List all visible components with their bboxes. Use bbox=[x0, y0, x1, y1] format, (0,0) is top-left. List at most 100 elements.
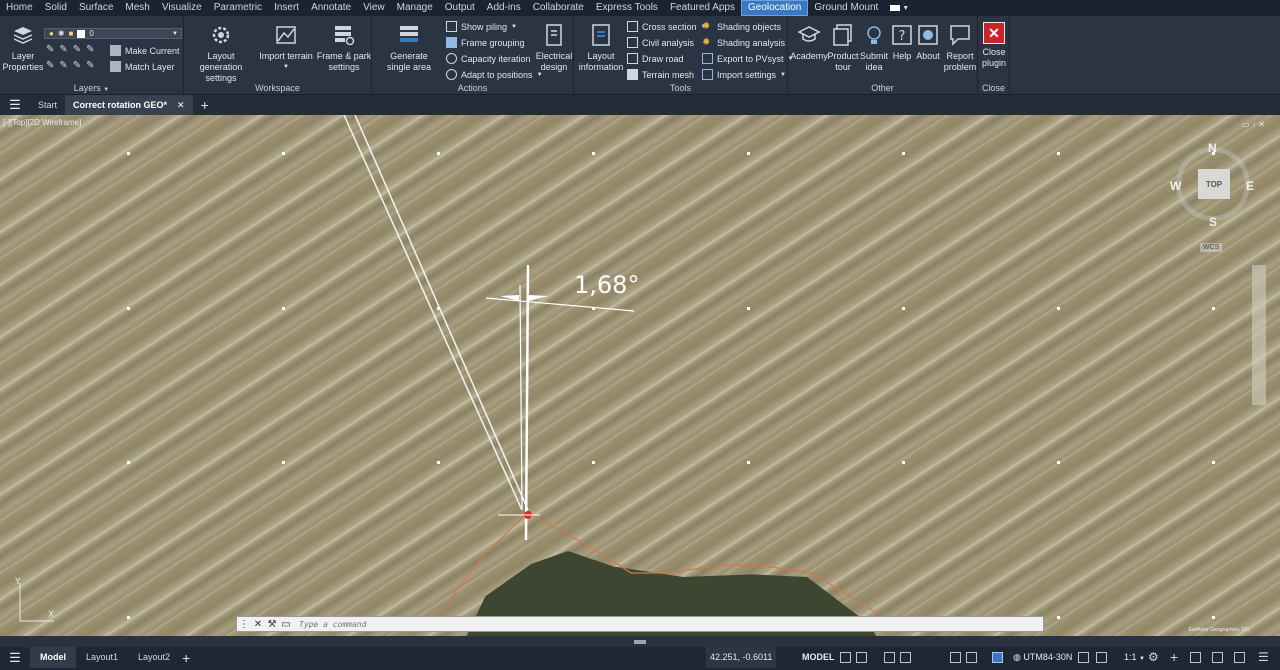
compass-east[interactable]: E bbox=[1246, 179, 1254, 193]
shading-analysis-button[interactable]: ✹ Shading analysis bbox=[702, 37, 785, 48]
viewport-scrollbar[interactable] bbox=[1252, 265, 1266, 405]
academy-button[interactable]: Academy bbox=[790, 22, 828, 62]
isolate-objects-icon[interactable] bbox=[1190, 652, 1201, 663]
product-tour-button[interactable]: Product tour bbox=[827, 22, 859, 73]
menu-tab-ground-mount[interactable]: Ground Mount bbox=[808, 0, 884, 16]
chevron-down-icon[interactable]: ▼ bbox=[902, 5, 909, 12]
polar-icon[interactable] bbox=[900, 652, 911, 663]
compass-north[interactable]: N bbox=[1208, 141, 1217, 155]
viewcube[interactable]: N S E W TOP WCS bbox=[1170, 137, 1260, 257]
menu-tab-add-ins[interactable]: Add-ins bbox=[481, 0, 527, 16]
auto-scale-icon[interactable] bbox=[1096, 652, 1107, 663]
coordinate-system-selector[interactable]: ◍ UTM84-30N bbox=[1013, 647, 1072, 668]
viewcube-top-face[interactable]: TOP bbox=[1198, 169, 1230, 199]
export-pvsyst-label: Export to PVsyst bbox=[717, 53, 784, 64]
hamburger-menu-icon[interactable]: ☰ bbox=[0, 650, 30, 666]
tab-layout2[interactable]: Layout2 bbox=[128, 647, 180, 668]
menu-tab-manage[interactable]: Manage bbox=[391, 0, 439, 16]
menu-tab-view[interactable]: View bbox=[357, 0, 391, 16]
layer-properties-button[interactable]: Layer Properties bbox=[2, 22, 44, 73]
clean-screen-icon[interactable] bbox=[1234, 652, 1245, 663]
drawing-viewport[interactable]: [-][Top][2D Wireframe] ▭▫✕ 1,68° N S E W… bbox=[0, 115, 1280, 636]
close-plugin-button[interactable]: ✕ Close plugin bbox=[980, 22, 1008, 69]
snap-icon[interactable] bbox=[856, 652, 867, 663]
vertical-reference-line bbox=[524, 264, 530, 541]
location-pin-icon[interactable] bbox=[992, 652, 1003, 663]
electrical-design-button[interactable]: Electrical design bbox=[534, 22, 574, 73]
frame-park-settings-button[interactable]: Frame & park settings bbox=[316, 22, 372, 73]
generate-single-area-button[interactable]: Generate single area bbox=[378, 22, 440, 73]
viewport-window-controls[interactable]: ▭▫✕ bbox=[1242, 120, 1268, 129]
tab-start[interactable]: Start bbox=[30, 95, 65, 115]
report-problem-button[interactable]: Report problem bbox=[942, 22, 978, 73]
layer-tools-row-1[interactable]: ✎✎✎✎ bbox=[46, 44, 100, 55]
otrack-icon[interactable] bbox=[966, 652, 977, 663]
menu-tab-output[interactable]: Output bbox=[439, 0, 481, 16]
new-tab-button[interactable]: + bbox=[201, 97, 209, 113]
frame-grouping-button[interactable]: Frame grouping bbox=[446, 37, 525, 48]
help-button[interactable]: ? Help bbox=[890, 22, 914, 62]
cross-section-button[interactable]: Cross section ▼ bbox=[627, 21, 706, 32]
generate-area-icon bbox=[396, 22, 422, 48]
plus-icon[interactable]: + bbox=[1170, 649, 1178, 665]
compass-south[interactable]: S bbox=[1209, 215, 1217, 229]
menu-tab-annotate[interactable]: Annotate bbox=[305, 0, 357, 16]
menu-tab-insert[interactable]: Insert bbox=[268, 0, 305, 16]
panel-splitter[interactable] bbox=[0, 636, 1280, 647]
submit-idea-button[interactable]: Submit idea bbox=[858, 22, 890, 73]
import-settings-button[interactable]: Import settings ▼ bbox=[702, 69, 786, 80]
tab-model[interactable]: Model bbox=[30, 647, 76, 668]
export-pvsyst-button[interactable]: Export to PVsyst ▼ bbox=[702, 53, 793, 64]
viewport-label[interactable]: [-][Top][2D Wireframe] bbox=[3, 118, 81, 127]
command-history-icon[interactable]: ▭ bbox=[279, 619, 293, 630]
model-space-toggle[interactable]: MODEL bbox=[802, 647, 835, 668]
new-layout-button[interactable]: + bbox=[182, 650, 190, 666]
hamburger-menu-icon[interactable]: ☰ bbox=[0, 97, 30, 113]
menu-tab-home[interactable]: Home bbox=[0, 0, 39, 16]
command-input[interactable] bbox=[293, 619, 1043, 629]
menu-tab-geolocation[interactable]: Geolocation bbox=[740, 0, 809, 16]
show-piling-button[interactable]: Show piling ▼ bbox=[446, 21, 517, 32]
make-current-button[interactable]: Make Current bbox=[110, 45, 180, 56]
osnap-icon[interactable] bbox=[950, 652, 961, 663]
civil-analysis-button[interactable]: Civil analysis bbox=[627, 37, 694, 48]
ortho-icon[interactable] bbox=[884, 652, 895, 663]
close-icon[interactable]: ✕ bbox=[251, 619, 265, 630]
annotation-scale[interactable]: 1:1 ▼ bbox=[1124, 647, 1145, 668]
match-layer-button[interactable]: Match Layer bbox=[110, 61, 175, 72]
menu-tab-visualize[interactable]: Visualize bbox=[156, 0, 208, 16]
menu-tab-express-tools[interactable]: Express Tools bbox=[590, 0, 664, 16]
wcs-menu[interactable]: WCS bbox=[1200, 243, 1223, 252]
adapt-positions-button[interactable]: Adapt to positions ▼ bbox=[446, 69, 543, 80]
customization-menu-icon[interactable]: ☰ bbox=[1258, 650, 1269, 664]
wrench-icon[interactable]: ⚒ bbox=[265, 619, 279, 630]
layout-information-button[interactable]: Layout information bbox=[578, 22, 624, 73]
menu-tab-mesh[interactable]: Mesh bbox=[119, 0, 155, 16]
layers-panel-title[interactable]: Layers ▼ bbox=[0, 83, 183, 93]
grid-icon[interactable] bbox=[840, 652, 851, 663]
menu-tab-surface[interactable]: Surface bbox=[73, 0, 119, 16]
draw-road-button[interactable]: Draw road bbox=[627, 53, 684, 64]
import-terrain-button[interactable]: Import terrain ▼ bbox=[258, 22, 314, 73]
shading-objects-button[interactable]: ✹ Shading objects bbox=[702, 21, 781, 32]
layer-dropdown[interactable]: ● ✱ ■ 0 ▼ bbox=[44, 28, 182, 39]
tab-correct-rotation[interactable]: Correct rotation GEO* ✕ bbox=[65, 95, 193, 115]
flag-icon[interactable] bbox=[890, 5, 901, 11]
tab-layout1[interactable]: Layout1 bbox=[76, 647, 128, 668]
about-button[interactable]: About bbox=[914, 22, 942, 62]
menu-tab-featured-apps[interactable]: Featured Apps bbox=[664, 0, 741, 16]
terrain-mesh-button[interactable]: Terrain mesh bbox=[627, 69, 694, 80]
drag-handle-icon[interactable]: ⋮ bbox=[237, 619, 251, 630]
close-tab-icon[interactable]: ✕ bbox=[177, 100, 185, 110]
compass-west[interactable]: W bbox=[1170, 179, 1181, 193]
menu-tab-collaborate[interactable]: Collaborate bbox=[527, 0, 590, 16]
other-panel: Academy Product tour Submit idea ? Help … bbox=[788, 16, 978, 95]
menu-tab-parametric[interactable]: Parametric bbox=[208, 0, 268, 16]
layer-tools-row-2[interactable]: ✎✎✎✎ bbox=[46, 60, 100, 71]
menu-tab-solid[interactable]: Solid bbox=[39, 0, 73, 16]
layout-generation-settings-button[interactable]: Layout generation settings bbox=[186, 22, 256, 84]
hardware-acceleration-icon[interactable] bbox=[1212, 652, 1223, 663]
gear-icon[interactable]: ⚙ bbox=[1148, 650, 1159, 664]
capacity-iteration-button[interactable]: Capacity iteration bbox=[446, 53, 531, 64]
annotation-visibility-icon[interactable] bbox=[1078, 652, 1089, 663]
